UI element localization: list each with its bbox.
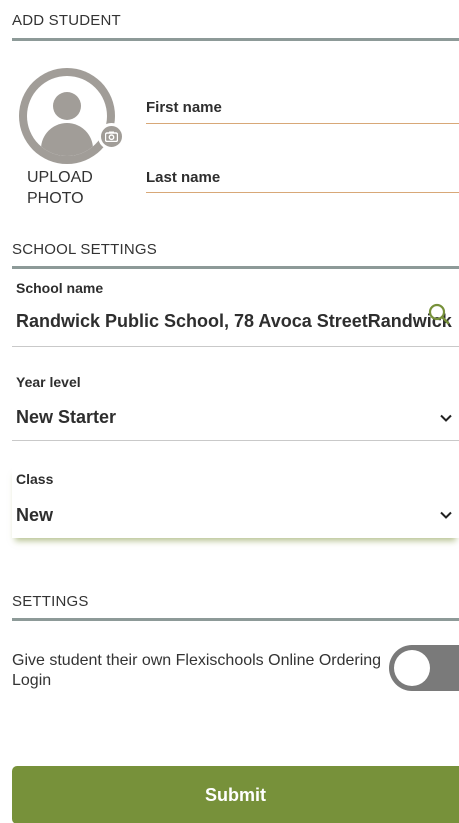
toggle-knob [394, 650, 430, 686]
add-student-divider [12, 38, 459, 41]
school-name-input[interactable]: Randwick Public School, 78 Avoca StreetR… [16, 311, 459, 339]
chevron-down-icon [440, 511, 452, 519]
class-value: New [16, 505, 54, 525]
school-settings-divider [12, 266, 459, 269]
year-level-select[interactable]: New Starter [12, 400, 459, 436]
camera-icon [98, 123, 125, 150]
submit-button[interactable]: Submit [12, 766, 459, 823]
last-name-field[interactable]: Last name [146, 169, 459, 186]
login-toggle-label: Give student their own Flexischools Onli… [12, 652, 382, 689]
school-name-label: School name [16, 280, 104, 296]
user-avatar-icon [19, 68, 115, 164]
class-label: Class [16, 471, 54, 487]
upload-photo-button[interactable] [19, 68, 125, 164]
first-name-label: First name [146, 99, 222, 116]
school-name-underline [12, 346, 459, 347]
year-level-value: New Starter [16, 407, 117, 427]
last-name-label: Last name [146, 169, 221, 186]
school-settings-title: SCHOOL SETTINGS [12, 241, 157, 258]
year-level-label: Year level [16, 374, 81, 390]
search-icon[interactable] [427, 302, 451, 326]
chevron-down-icon [440, 414, 452, 422]
class-select[interactable]: Class New [12, 466, 459, 538]
settings-divider [12, 618, 459, 621]
first-name-field[interactable]: First name [146, 99, 459, 116]
settings-title: SETTINGS [12, 593, 89, 610]
last-name-underline [146, 192, 459, 193]
upload-photo-label[interactable]: UPLOAD PHOTO [27, 167, 117, 209]
add-student-title: ADD STUDENT [12, 12, 121, 29]
login-toggle[interactable] [389, 645, 459, 691]
year-level-underline [12, 440, 459, 441]
first-name-underline [146, 123, 459, 124]
